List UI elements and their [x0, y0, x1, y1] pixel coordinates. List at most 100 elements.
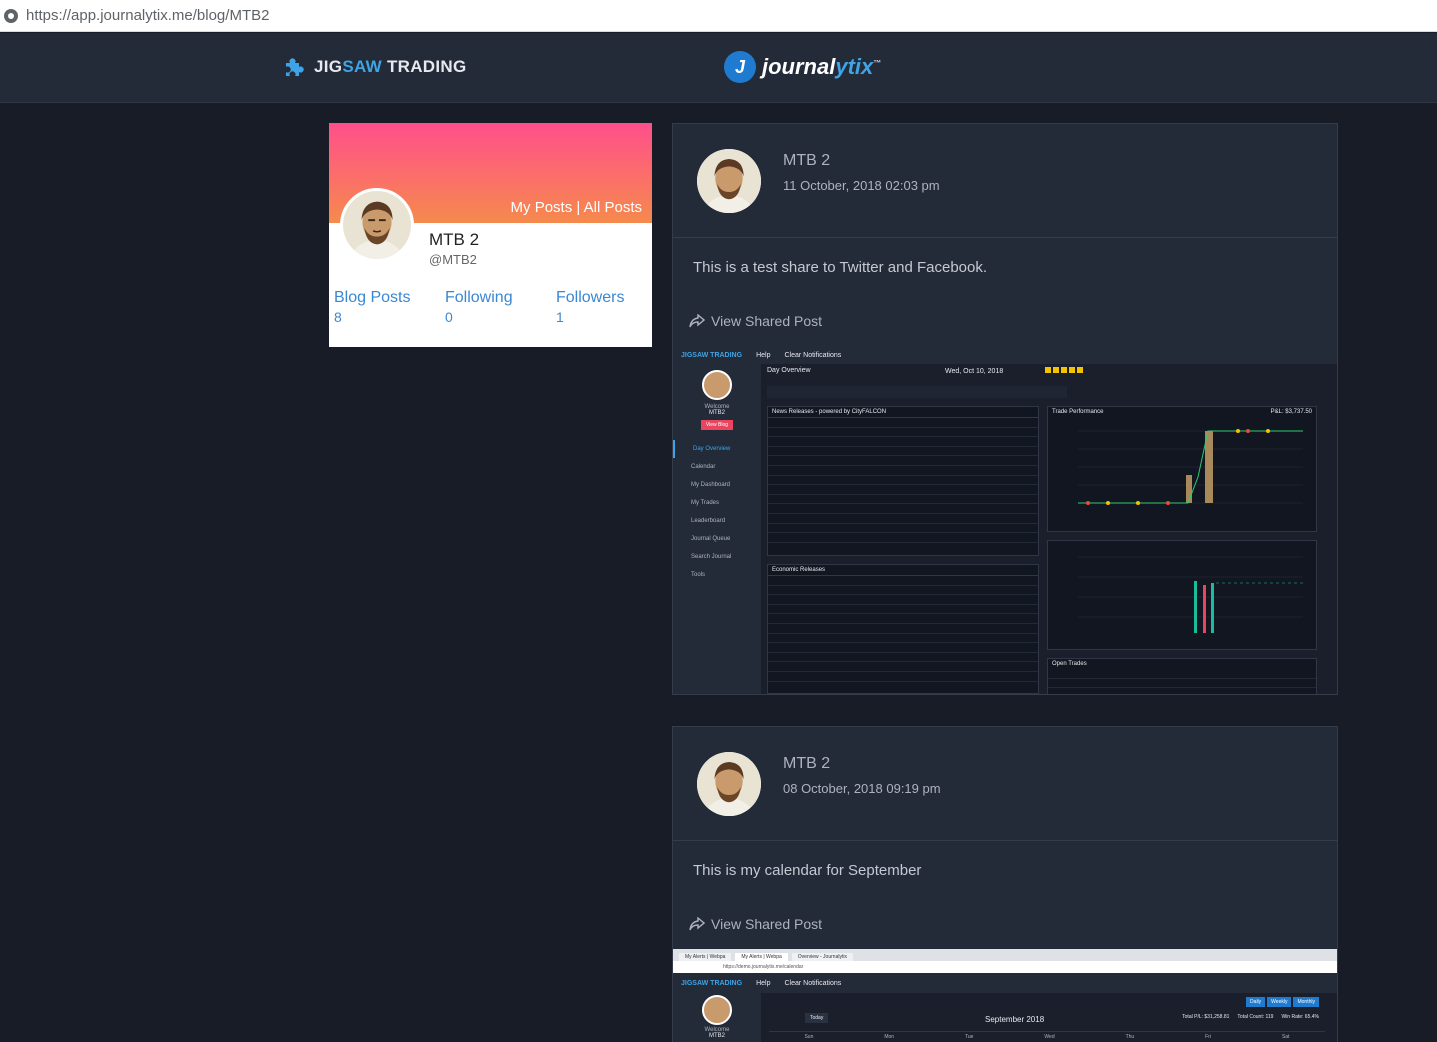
site-header: JIGSAW TRADING J journalytix™	[0, 33, 1437, 103]
profile-handle: @MTB2	[429, 252, 477, 267]
mini-win-rate: Win Rate: 65.4%	[1281, 1014, 1319, 1020]
mini-econ-row	[768, 595, 1038, 605]
stat-followers[interactable]: Followers 1	[556, 289, 624, 325]
mini-avatar	[702, 995, 732, 1025]
site-info-icon[interactable]	[4, 8, 18, 23]
mini-clear: Clear Notifications	[784, 351, 842, 359]
mini-news-row	[768, 418, 1038, 428]
mini-performance-panel: Trade Performance P&L: $3,737.50	[1047, 406, 1317, 532]
mini-tab: My Alerts | Webpa	[735, 953, 788, 961]
mini-view-option: Weekly	[1267, 997, 1292, 1007]
mini-news-row	[768, 447, 1038, 457]
journalytix-badge-icon: J	[724, 51, 756, 83]
mini-browser-tabs: My Alerts | Webpa My Alerts | Webpa Over…	[673, 949, 1337, 961]
mini-econ-row	[768, 586, 1038, 596]
mini-trade-row	[1048, 679, 1316, 689]
post-body: This is my calendar for September	[693, 862, 922, 879]
mini-nav-item: My Trades	[691, 500, 720, 506]
mini-econ-row	[768, 634, 1038, 644]
stat-label: Following	[445, 289, 513, 306]
mini-perf-header: Trade Performance P&L: $3,737.50	[1048, 407, 1316, 417]
mini-topbar: JIGSAW TRADING Help Clear Notifications	[673, 973, 1337, 993]
mini-view-blog: View Blog	[701, 420, 733, 430]
mini-weekday: Sun	[804, 1034, 814, 1040]
jigsaw-logo[interactable]: JIGSAW TRADING	[282, 55, 467, 79]
stat-value: 1	[556, 309, 564, 325]
jigsaw-text: JIGSAW TRADING	[314, 57, 467, 76]
share-label: View Shared Post	[711, 916, 823, 932]
share-icon	[689, 917, 705, 931]
mini-weekday-row: Sun Mon Tue Wed Thu Fri Sat	[769, 1031, 1325, 1040]
post-author[interactable]: MTB 2	[783, 755, 830, 773]
post-author[interactable]: MTB 2	[783, 152, 830, 170]
mini-weekday: Tue	[965, 1034, 974, 1040]
mini-date: Wed, Oct 10, 2018	[945, 368, 1004, 375]
mini-econ-row	[768, 672, 1038, 682]
mini-totals: Total P/L: $31,258.81 Total Count: 119 W…	[1182, 1014, 1319, 1020]
mini-nav-item: Leaderboard	[691, 518, 726, 524]
mini-toolbar	[767, 386, 1067, 398]
mini-main: Day Overview Wed, Oct 10, 2018 News Rele…	[765, 364, 1337, 694]
mini-news-row	[768, 524, 1038, 534]
all-posts-link[interactable]: All Posts	[584, 199, 642, 216]
mini-view-option: Monthly	[1293, 997, 1319, 1007]
stat-label: Blog Posts	[334, 289, 411, 306]
mini-news-row	[768, 437, 1038, 447]
stat-following[interactable]: Following 0	[445, 289, 513, 325]
shared-post-image[interactable]: JIGSAW TRADING Help Clear Notifications …	[673, 346, 1337, 694]
mini-sidebar: Welcome MTB2	[673, 993, 761, 1042]
view-shared-post-link[interactable]: View Shared Post	[689, 313, 822, 329]
blog-post: MTB 2 08 October, 2018 09:19 pm This is …	[672, 726, 1338, 1042]
mini-perf-pnl: P&L: $3,737.50	[1270, 409, 1312, 415]
mini-weekday: Thu	[1125, 1034, 1135, 1040]
mini-nav-item: My Dashboard	[691, 482, 731, 488]
mini-tab: My Alerts | Webpa	[679, 953, 732, 961]
mini-today: Today	[805, 1013, 829, 1023]
mini-avatar	[702, 370, 732, 400]
mini-user: MTB2	[708, 410, 725, 416]
mini-month: September 2018	[985, 1015, 1045, 1024]
mini-nav-item: Search Journal	[691, 554, 732, 560]
mini-tab: Overview - Journalytix	[791, 953, 853, 961]
share-icon	[689, 314, 705, 328]
mini-perf-title: Trade Performance	[1052, 409, 1104, 415]
post-body: This is a test share to Twitter and Face…	[693, 259, 988, 276]
mini-news-panel: News Releases - powered by CityFALCON	[767, 406, 1039, 556]
mini-news-row	[768, 476, 1038, 486]
journalytix-logo[interactable]: J journalytix™	[724, 51, 881, 83]
url-text[interactable]: https://app.journalytix.me/blog/MTB2	[26, 7, 269, 24]
mini-brand: JIGSAW TRADING	[681, 979, 743, 987]
mini-weekday: Sat	[1281, 1034, 1290, 1040]
avatar[interactable]	[697, 752, 761, 816]
avatar-illustration	[343, 191, 411, 259]
avatar[interactable]	[697, 149, 761, 213]
my-posts-link[interactable]: My Posts	[511, 199, 573, 216]
mini-news-row	[768, 485, 1038, 495]
mini-brand: JIGSAW TRADING	[681, 351, 743, 359]
mini-perf-chart	[1078, 429, 1303, 505]
post-header: MTB 2 08 October, 2018 09:19 pm	[673, 727, 1337, 841]
mini-news-row	[768, 533, 1038, 543]
mini-econ-row	[768, 576, 1038, 586]
mini-price-panel	[1047, 540, 1317, 650]
mini-rating	[1045, 367, 1085, 373]
mini-econ-row	[768, 605, 1038, 615]
mini-weekday: Fri	[1205, 1034, 1211, 1040]
mini-trade-row	[1048, 669, 1316, 679]
view-shared-post-link[interactable]: View Shared Post	[689, 916, 822, 932]
mini-page-title: Day Overview	[767, 367, 811, 374]
browser-url-bar[interactable]: https://app.journalytix.me/blog/MTB2	[0, 0, 1437, 32]
mini-econ-row	[768, 614, 1038, 624]
shared-post-image[interactable]: My Alerts | Webpa My Alerts | Webpa Over…	[673, 949, 1337, 1042]
mini-news-row	[768, 495, 1038, 505]
mini-news-row	[768, 514, 1038, 524]
mini-view-option: Daily	[1246, 997, 1266, 1007]
mini-user: MTB2	[708, 1033, 725, 1039]
journalytix-text: journalytix™	[762, 54, 882, 79]
stat-blog-posts[interactable]: Blog Posts 8	[334, 289, 410, 325]
avatar[interactable]	[340, 188, 414, 262]
mini-nav-item: Tools	[691, 572, 706, 578]
stat-label: Followers	[556, 289, 625, 306]
post-header: MTB 2 11 October, 2018 02:03 pm	[673, 124, 1337, 238]
avatar-illustration	[697, 752, 761, 816]
